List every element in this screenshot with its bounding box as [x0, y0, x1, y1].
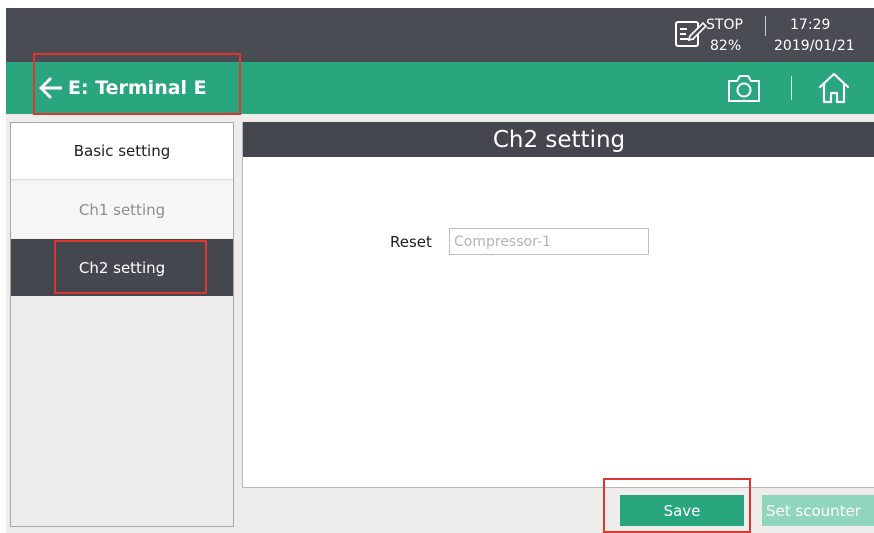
clock-date: 2019/01/21 — [774, 38, 855, 54]
recording-state: STOP — [706, 17, 743, 33]
sidebar-item-label: Ch2 setting — [78, 258, 166, 277]
home-icon[interactable] — [816, 70, 852, 106]
clock-time: 17:29 — [790, 17, 831, 33]
settings-panel: Ch2 setting Reset — [242, 122, 874, 488]
set-scounter-button[interactable]: Set scounter — [762, 495, 874, 526]
back-button[interactable]: E: Terminal E — [34, 62, 240, 114]
reset-label: Reset — [390, 233, 432, 251]
terminal-title: E: Terminal E — [68, 77, 207, 99]
sidebar-item-label: Basic setting — [73, 142, 171, 160]
back-arrow-icon — [39, 77, 62, 99]
title-bar: E: Terminal E — [6, 62, 874, 114]
sidebar-item-label: Ch1 setting — [78, 200, 166, 219]
save-button[interactable]: Save — [620, 495, 744, 526]
status-divider — [765, 16, 766, 36]
sidebar-item-basic-setting[interactable]: Basic setting — [11, 123, 233, 180]
record-icon — [675, 21, 708, 47]
sidebar-item-ch2-setting[interactable]: Ch2 setting — [11, 239, 233, 296]
device-screen: STOP 82% 17:29 2019/01/21 E: Terminal E … — [6, 8, 874, 533]
status-bar: STOP 82% 17:29 2019/01/21 — [6, 8, 874, 62]
title-divider — [791, 76, 792, 100]
panel-title: Ch2 setting — [243, 122, 874, 157]
battery-level: 82% — [710, 38, 742, 54]
camera-icon[interactable] — [726, 72, 762, 104]
reset-input[interactable] — [449, 228, 649, 255]
sidebar-item-ch1-setting[interactable]: Ch1 setting — [11, 181, 233, 238]
settings-sidebar: Basic setting Ch1 setting Ch2 setting — [10, 122, 234, 527]
